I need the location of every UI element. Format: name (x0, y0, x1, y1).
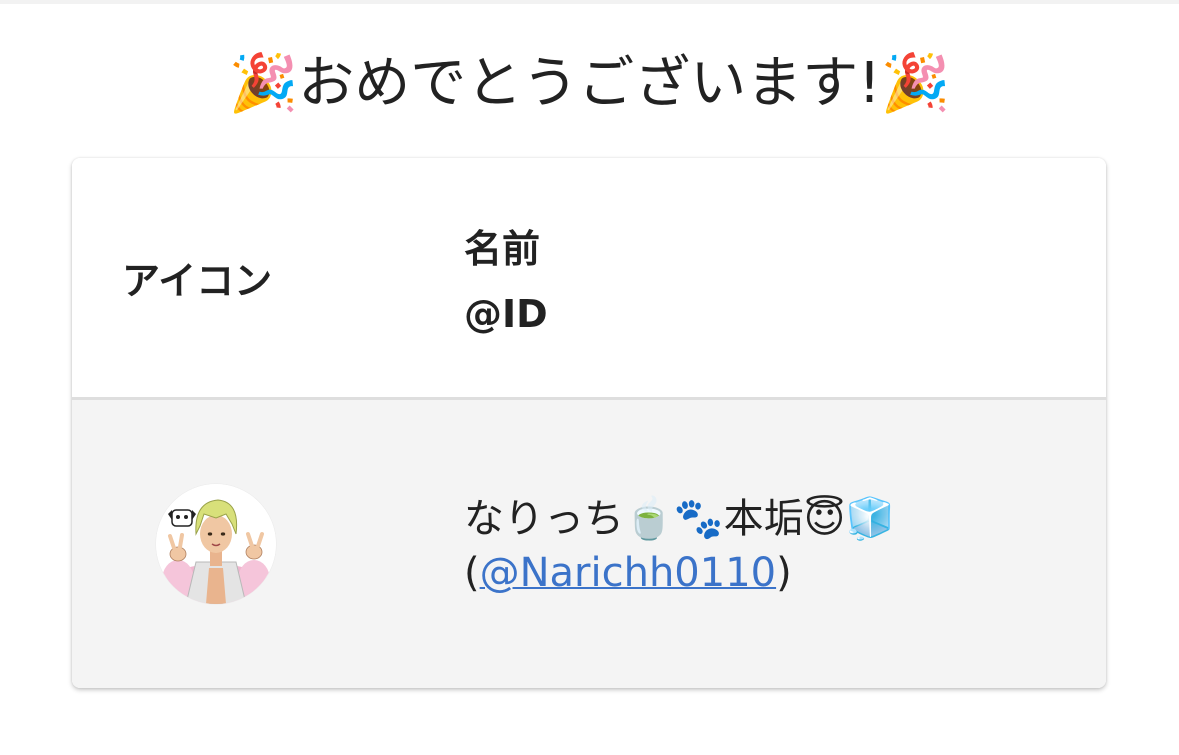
column-header-id: @ID (464, 292, 548, 336)
user-id: (@Narichh0110) (464, 550, 792, 596)
user-avatar-icon (156, 484, 276, 604)
table-header-row: アイコン 名前 @ID (72, 158, 1106, 400)
page-title: 🎉おめでとうございます!🎉 (0, 40, 1179, 128)
column-header-name: 名前 (464, 227, 541, 271)
results-table: アイコン 名前 @ID なりっち🍵🐾本垢😇🧊 (@Narichh0110) (72, 158, 1106, 688)
avatar[interactable] (156, 484, 276, 604)
top-divider (0, 0, 1179, 4)
table-row: なりっち🍵🐾本垢😇🧊 (@Narichh0110) (72, 400, 1106, 688)
user-name: なりっち🍵🐾本垢😇🧊 (464, 496, 896, 542)
paren-close: ) (776, 550, 792, 596)
party-popper-icon: 🎉 (880, 51, 951, 116)
title-text: おめでとうございます! (298, 51, 881, 116)
paren-open: ( (464, 550, 480, 596)
column-header-icon: アイコン (122, 259, 273, 303)
user-id-link[interactable]: @Narichh0110 (480, 550, 776, 596)
party-popper-icon: 🎉 (228, 51, 299, 116)
